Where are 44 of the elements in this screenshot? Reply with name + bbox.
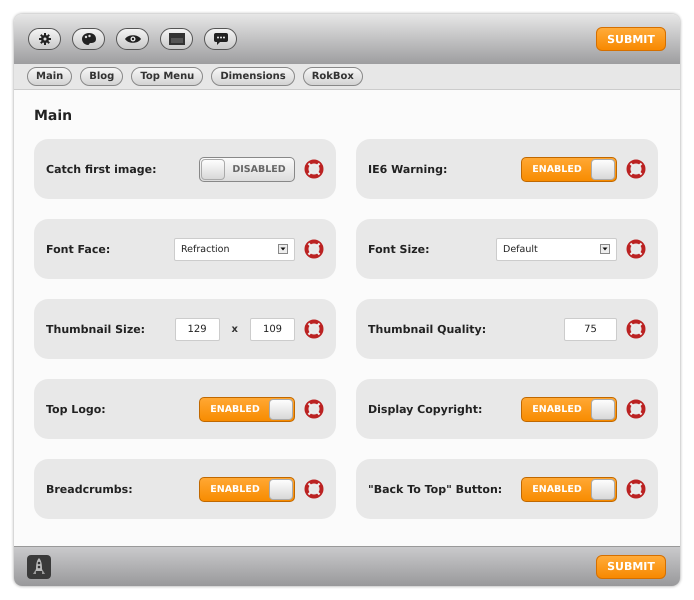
help-icon[interactable] <box>304 239 324 259</box>
help-icon[interactable] <box>626 159 646 179</box>
setting-label: Top Logo: <box>46 402 107 416</box>
input-field[interactable]: 129 <box>174 318 220 340</box>
times-label: x <box>232 324 238 334</box>
tab[interactable]: Dimensions <box>211 67 295 86</box>
tab[interactable]: Top Menu <box>131 67 204 86</box>
layout-button[interactable] <box>160 28 193 50</box>
setting-label: Display Copyright: <box>368 402 484 416</box>
eye-icon <box>124 34 140 44</box>
help-icon[interactable] <box>626 479 646 499</box>
setting-label: Breadcrumbs: <box>46 482 134 496</box>
section-title: Main <box>34 108 74 124</box>
palette-button[interactable] <box>72 28 105 50</box>
tab[interactable]: Main <box>27 67 72 86</box>
setting-label: Font Size: <box>368 242 430 256</box>
help-icon[interactable] <box>626 239 646 259</box>
preview-button[interactable] <box>116 28 149 50</box>
input-field[interactable]: 109 <box>250 318 295 340</box>
help-icon[interactable] <box>626 399 646 419</box>
chat-button[interactable] <box>204 28 237 50</box>
help-icon[interactable] <box>304 159 324 179</box>
settings-button[interactable] <box>28 28 61 50</box>
setting-label: Catch first image: <box>46 162 158 176</box>
setting-label: IE6 Warning: <box>368 162 448 176</box>
layout-icon <box>168 33 184 45</box>
help-icon[interactable] <box>304 399 324 419</box>
dropdown-field[interactable]: Default <box>496 238 617 260</box>
toggle-switch[interactable]: DISABLED <box>199 156 295 182</box>
setting-label: Font Face: <box>46 242 112 256</box>
setting-label: Thumbnail Size: <box>46 322 146 336</box>
dropdown-field[interactable]: Refraction <box>174 238 295 260</box>
chat-icon <box>214 33 228 45</box>
tab[interactable]: RokBox <box>302 67 363 86</box>
setting-label: "Back To Top" Button: <box>368 482 504 496</box>
settings-icon <box>38 33 50 45</box>
tab[interactable]: Blog <box>80 67 124 86</box>
input-field[interactable]: 75 <box>564 318 617 340</box>
palette-icon <box>82 33 96 45</box>
rocket-icon <box>27 554 51 578</box>
help-icon[interactable] <box>626 319 646 339</box>
help-icon[interactable] <box>304 479 324 499</box>
help-icon[interactable] <box>304 319 324 339</box>
setting-label: Thumbnail Quality: <box>368 322 488 336</box>
